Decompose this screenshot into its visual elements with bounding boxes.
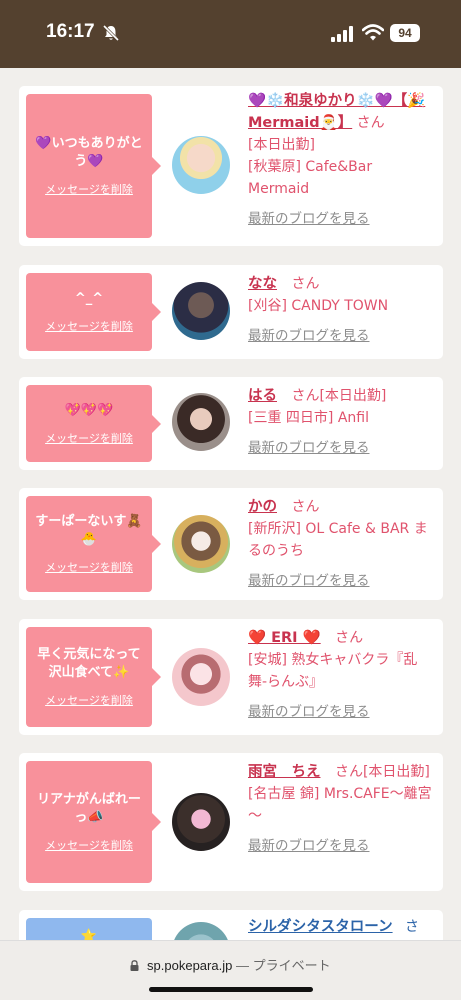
delete-message-link[interactable]: メッセージを削除 [45,692,133,708]
signal-icon [331,26,353,42]
shop-name: [刈谷] CANDY TOWN [248,298,389,314]
message-list[interactable]: 💜いつもありがとう💜 メッセージを削除 💜❄️和泉ゆかり❄️💜【🎉Mermaid… [0,68,461,1000]
latest-blog-link[interactable]: 最新のブログを見る [248,570,436,592]
cast-info: はる さん[本日出勤] [三重 四日市] Anfil 最新のブログを見る [248,385,436,459]
cast-name-link[interactable]: シルダシタスタローン [248,919,393,935]
message-text: ^_^ [74,291,104,306]
url-separator: — [235,958,249,973]
address-bar[interactable]: sp.pokepara.jp — プライベート [0,955,461,974]
avatar[interactable] [172,515,230,573]
message-bubble: ^_^ メッセージを削除 [26,273,161,351]
shop-name: [名古屋 錦] Mrs.CAFE～離宮～ [248,786,432,824]
avatar[interactable] [172,648,230,706]
message-text: 💖💖💖 [64,402,114,418]
private-mode-label: プライベート [252,958,331,973]
delete-message-link[interactable]: メッセージを削除 [45,181,133,197]
cast-name-link[interactable]: はる [248,388,277,404]
message-text: すーぱーないす🧸🐣 [35,514,143,547]
battery-indicator: 94 [390,24,420,42]
message-card: 早く元気になって沢山食べて✨ メッセージを削除 ❤️ ERI ❤️ さん [安城… [19,619,443,735]
cast-info: ❤️ ERI ❤️ さん [安城] 熟女キャバクラ『乱舞-らんぶ』 最新のブログ… [248,627,436,723]
shop-name: [新所沢] OL Cafe & BAR まるのうち [248,521,428,559]
browser-bottom-bar: sp.pokepara.jp — プライベート [0,940,461,1000]
honorific: さ [405,919,420,935]
message-card: 💖💖💖 メッセージを削除 はる さん[本日出勤] [三重 四日市] Anfil … [19,377,443,470]
honorific: さん [291,499,320,515]
latest-blog-link[interactable]: 最新のブログを見る [248,208,436,230]
latest-blog-link[interactable]: 最新のブログを見る [248,835,436,857]
delete-message-link[interactable]: メッセージを削除 [45,837,133,853]
honorific: さん [335,630,364,646]
lock-icon [130,960,139,971]
cast-name-link[interactable]: 💜❄️和泉ゆかり❄️💜【🎉Mermaid🎅】 [248,93,425,131]
cast-info: かの さん [新所沢] OL Cafe & BAR まるのうち 最新のブログを見… [248,496,436,592]
honorific: さん[本日出勤] [334,764,430,780]
message-bubble: すーぱーないす🧸🐣 メッセージを削除 [26,496,161,592]
latest-blog-link[interactable]: 最新のブログを見る [248,325,436,347]
message-text: 💜いつもありがとう💜 [35,136,143,169]
cast-info: なな さん [刈谷] CANDY TOWN 最新のブログを見る [248,273,436,347]
bell-slash-icon [102,24,120,42]
delete-message-link[interactable]: メッセージを削除 [45,430,133,446]
message-text: 早く元気になって沢山食べて✨ [37,647,141,680]
avatar[interactable] [172,393,230,451]
message-bubble: 早く元気になって沢山食べて✨ メッセージを削除 [26,627,161,727]
cast-name-link[interactable]: 雨宮 ちえ [248,764,321,780]
home-indicator[interactable] [149,987,313,992]
work-status: [本日出勤] [248,137,315,153]
url-text: sp.pokepara.jp [147,958,233,973]
shop-name: [三重 四日市] Anfil [248,410,369,426]
shop-name: [秋葉原] Cafe&Bar Mermaid [248,159,373,197]
message-card: ^_^ メッセージを削除 なな さん [刈谷] CANDY TOWN 最新のブロ… [19,265,443,359]
message-card: すーぱーないす🧸🐣 メッセージを削除 かの さん [新所沢] OL Cafe &… [19,488,443,600]
status-bar: 16:17 94 [0,0,461,68]
honorific: さん[本日出勤] [291,388,387,404]
status-time: 16:17 [46,21,95,42]
shop-name: [安城] 熟女キャバクラ『乱舞-らんぶ』 [248,652,418,690]
delete-message-link[interactable]: メッセージを削除 [45,559,133,575]
cast-name-link[interactable]: ❤️ ERI ❤️ [248,630,321,646]
wifi-icon [362,24,384,41]
latest-blog-link[interactable]: 最新のブログを見る [248,701,436,723]
honorific: さん [291,276,320,292]
cast-name-link[interactable]: なな [248,276,277,292]
message-bubble: 💖💖💖 メッセージを削除 [26,385,161,462]
cast-info: 💜❄️和泉ゆかり❄️💜【🎉Mermaid🎅】 さん [本日出勤] [秋葉原] C… [248,90,436,230]
honorific: さん [356,115,385,131]
cast-name-link[interactable]: かの [248,499,277,515]
delete-message-link[interactable]: メッセージを削除 [45,318,133,334]
avatar[interactable] [172,136,230,194]
cast-info: 雨宮 ちえ さん[本日出勤] [名古屋 錦] Mrs.CAFE～離宮～ 最新のブ… [248,761,436,857]
avatar[interactable] [172,282,230,340]
message-card: 💜いつもありがとう💜 メッセージを削除 💜❄️和泉ゆかり❄️💜【🎉Mermaid… [19,86,443,246]
cast-info: シルダシタスタローン さ [248,916,436,938]
message-bubble: リアナがんばれーっ📣 メッセージを削除 [26,761,161,883]
message-text: リアナがんばれーっ📣 [37,792,141,825]
latest-blog-link[interactable]: 最新のブログを見る [248,437,436,459]
avatar[interactable] [172,793,230,851]
message-card: リアナがんばれーっ📣 メッセージを削除 雨宮 ちえ さん[本日出勤] [名古屋 … [19,753,443,891]
message-bubble: 💜いつもありがとう💜 メッセージを削除 [26,94,161,238]
